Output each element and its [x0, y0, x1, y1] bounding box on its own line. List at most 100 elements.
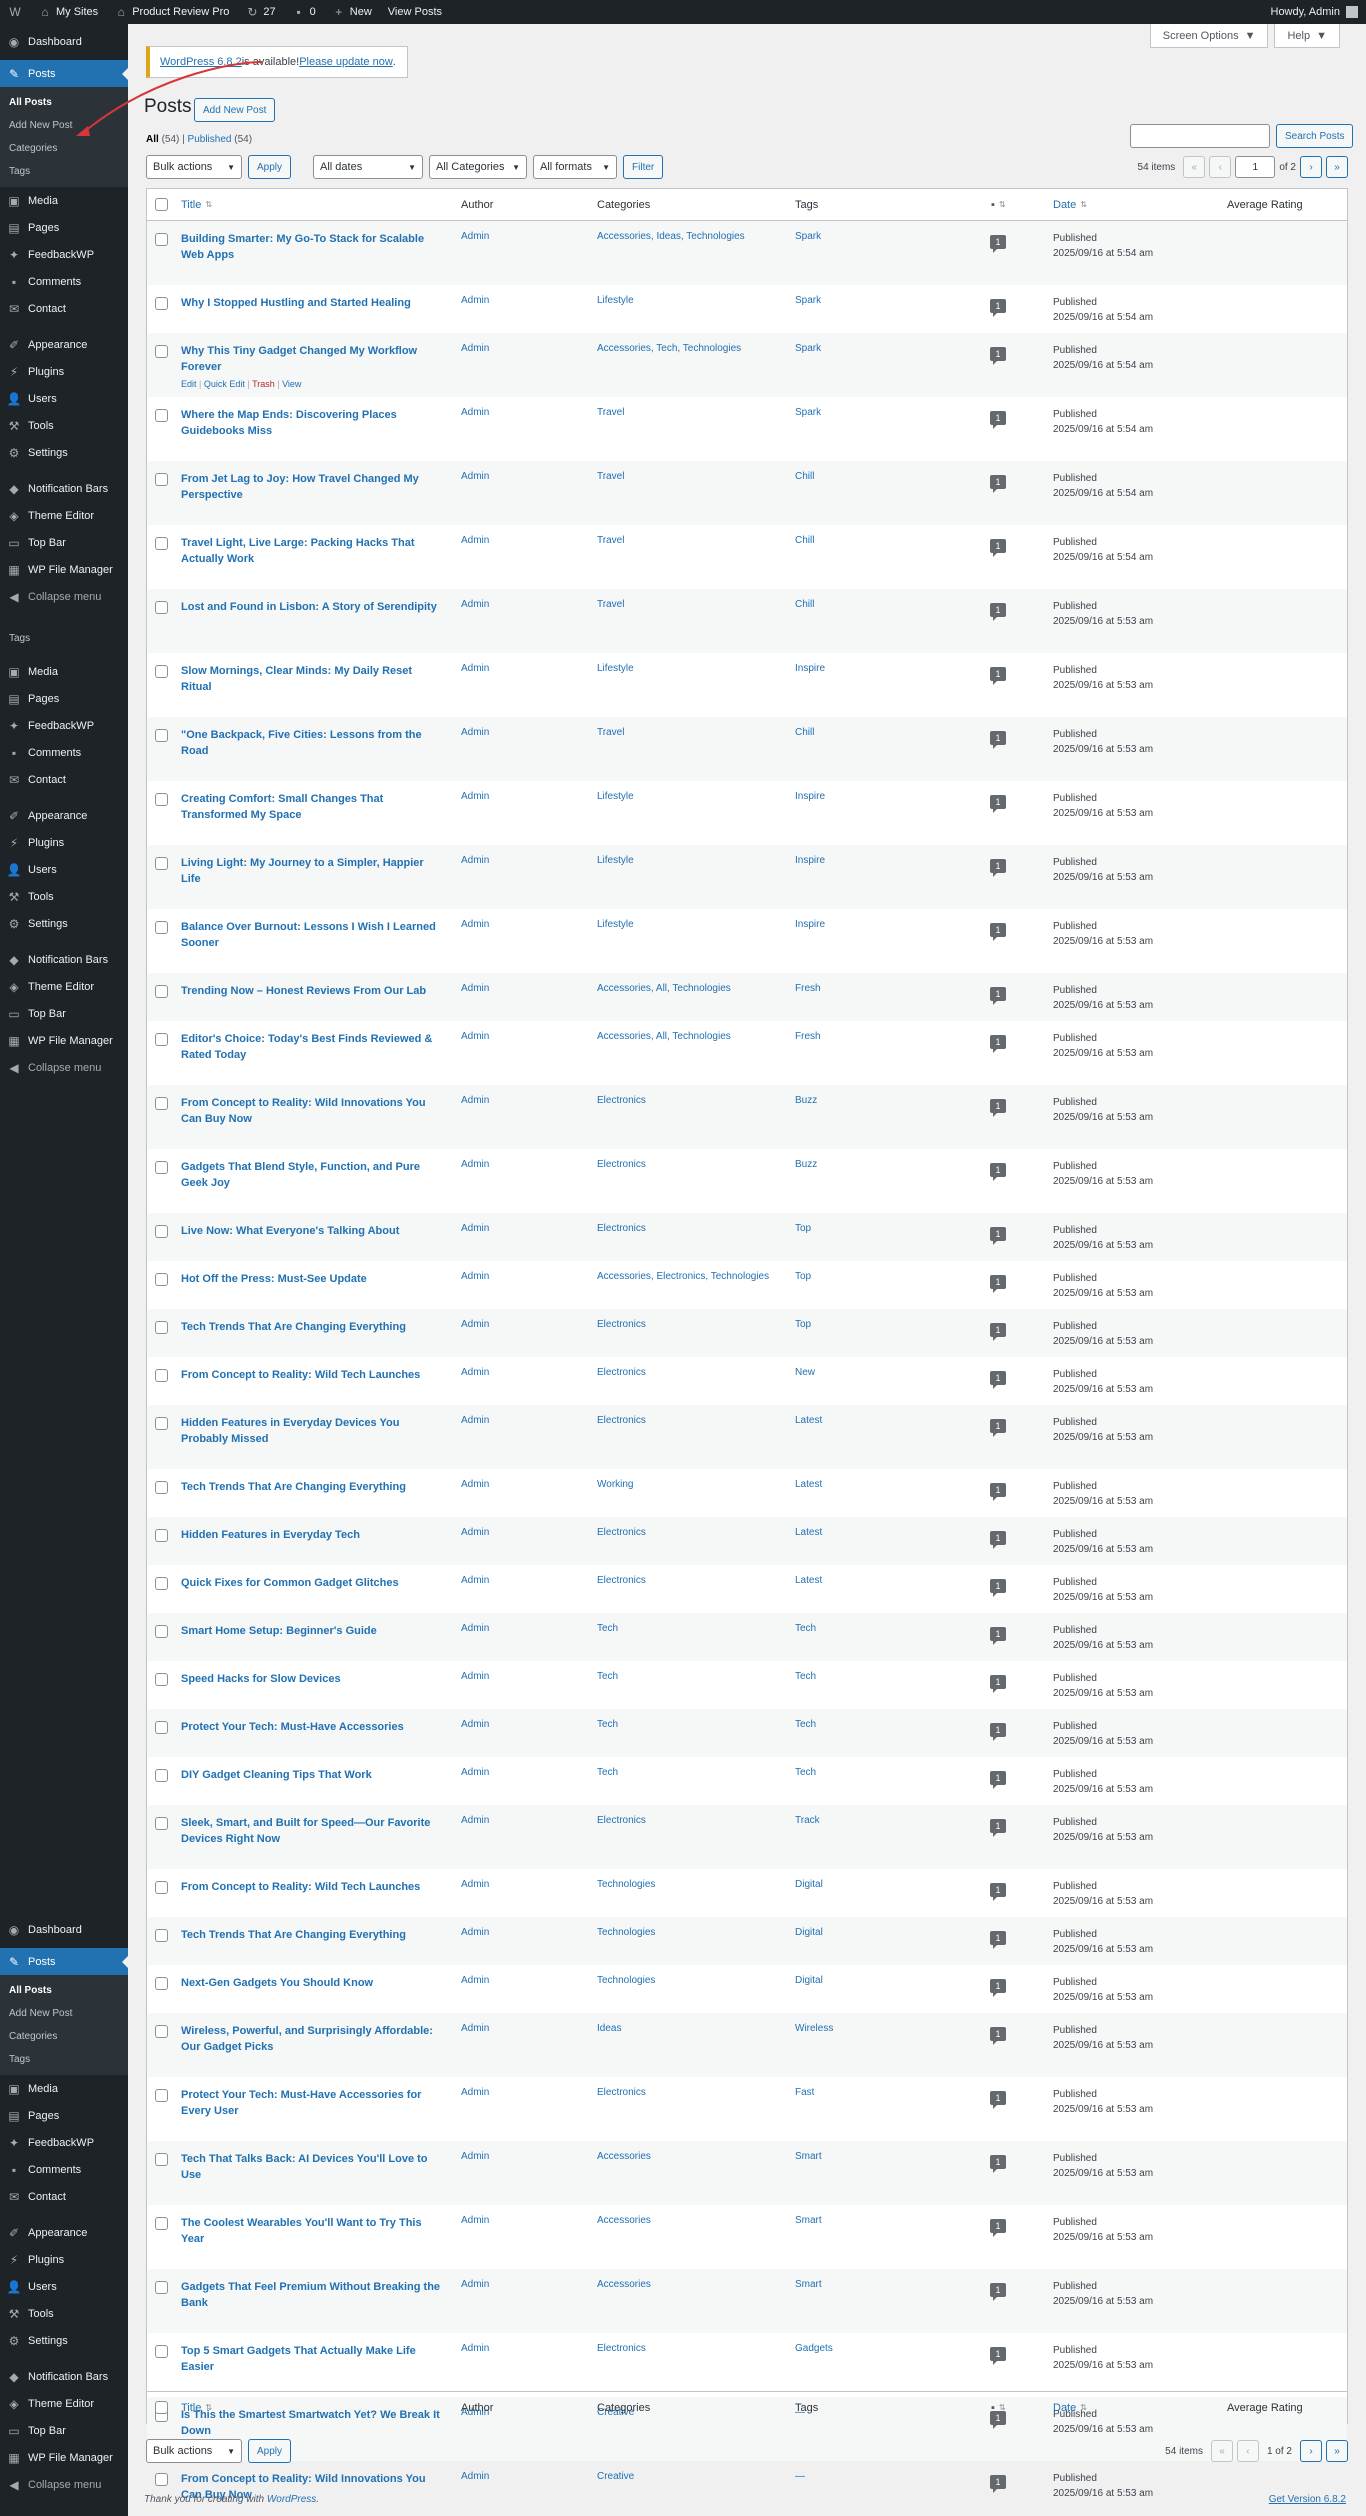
menu-item-settings[interactable]: ⚙ Settings — [0, 910, 128, 937]
tags-links[interactable]: Inspire — [795, 663, 825, 674]
categories-links[interactable]: Travel — [597, 535, 624, 546]
row-checkbox[interactable] — [155, 233, 168, 246]
comments-menu[interactable]: ▪ 0 — [284, 0, 324, 24]
author-link[interactable]: Admin — [461, 2471, 489, 2482]
author-link[interactable]: Admin — [461, 343, 489, 354]
row-checkbox[interactable] — [155, 1977, 168, 1990]
comment-count-bubble[interactable]: 1 — [990, 987, 1006, 1005]
row-checkbox[interactable] — [155, 1273, 168, 1286]
author-link[interactable]: Admin — [461, 1031, 489, 1042]
author-link[interactable]: Admin — [461, 855, 489, 866]
categories-links[interactable]: Lifestyle — [597, 295, 634, 306]
author-link[interactable]: Admin — [461, 791, 489, 802]
row-checkbox[interactable] — [155, 2345, 168, 2358]
bulk-actions-select[interactable]: Bulk actions ▼ — [146, 155, 242, 179]
submenu-item-tags[interactable]: Tags — [0, 160, 128, 183]
column-title[interactable]: Title ⇅ — [181, 189, 212, 220]
tags-links[interactable]: Latest — [795, 1575, 822, 1586]
post-title-link[interactable]: Why I Stopped Hustling and Started Heali… — [181, 295, 445, 311]
submenu-item-categories[interactable]: Categories — [0, 2025, 128, 2048]
menu-item-wp-file-manager[interactable]: ▦ WP File Manager — [0, 2444, 128, 2471]
tags-links[interactable]: Fresh — [795, 1031, 821, 1042]
menu-item-appearance[interactable]: ✐ Appearance — [0, 802, 128, 829]
prev-page-button[interactable]: ‹ — [1209, 156, 1232, 178]
row-checkbox[interactable] — [155, 1881, 168, 1894]
wp-logo-menu[interactable]: W — [0, 0, 30, 24]
post-title-link[interactable]: Where the Map Ends: Discovering Places G… — [181, 407, 445, 439]
column-comments[interactable]: ▪ ⇅ — [991, 2392, 1006, 2423]
menu-item-plugins[interactable]: ⚡ Plugins — [0, 358, 128, 385]
post-title-link[interactable]: Balance Over Burnout: Lessons I Wish I L… — [181, 919, 445, 951]
author-link[interactable]: Admin — [461, 471, 489, 482]
row-checkbox[interactable] — [155, 1529, 168, 1542]
menu-item-settings[interactable]: ⚙ Settings — [0, 2327, 128, 2354]
categories-links[interactable]: Accessories, Tech, Technologies — [597, 343, 741, 354]
updates-menu[interactable]: ↻ 27 — [237, 0, 283, 24]
row-checkbox[interactable] — [155, 345, 168, 358]
select-all-checkbox[interactable] — [155, 2392, 168, 2423]
comment-count-bubble[interactable]: 1 — [990, 1035, 1006, 1053]
post-title-link[interactable]: Lost and Found in Lisbon: A Story of Ser… — [181, 599, 445, 615]
tags-links[interactable]: Smart — [795, 2279, 822, 2290]
comment-count-bubble[interactable]: 1 — [990, 2347, 1006, 2365]
comment-count-bubble[interactable]: 1 — [990, 1483, 1006, 1501]
row-checkbox[interactable] — [155, 1673, 168, 1686]
author-link[interactable]: Admin — [461, 231, 489, 242]
author-link[interactable]: Admin — [461, 2279, 489, 2290]
comment-count-bubble[interactable]: 1 — [990, 667, 1006, 685]
column-date[interactable]: Date ⇅ — [1053, 189, 1087, 220]
category-filter-select[interactable]: All Categories ▼ — [429, 155, 528, 179]
menu-item-contact[interactable]: ✉ Contact — [0, 295, 128, 322]
submenu-item-add-new-post[interactable]: Add New Post — [0, 114, 128, 137]
row-checkbox[interactable] — [155, 1369, 168, 1382]
menu-item-users[interactable]: 👤 Users — [0, 385, 128, 412]
tags-links[interactable]: Chill — [795, 535, 814, 546]
categories-links[interactable]: Electronics — [597, 2343, 646, 2354]
post-title-link[interactable]: From Concept to Reality: Wild Tech Launc… — [181, 1879, 445, 1895]
select-all-checkbox[interactable] — [155, 189, 168, 220]
site-name-menu[interactable]: ⌂ Product Review Pro — [106, 0, 237, 24]
post-title-link[interactable]: Tech Trends That Are Changing Everything — [181, 1479, 445, 1495]
tags-links[interactable]: Fresh — [795, 983, 821, 994]
row-checkbox[interactable] — [155, 2281, 168, 2294]
row-checkbox[interactable] — [155, 665, 168, 678]
row-checkbox[interactable] — [155, 2153, 168, 2166]
post-title-link[interactable]: Gadgets That Feel Premium Without Breaki… — [181, 2279, 445, 2311]
post-title-link[interactable]: The Coolest Wearables You'll Want to Try… — [181, 2215, 445, 2247]
author-link[interactable]: Admin — [461, 2151, 489, 2162]
last-page-button[interactable]: » — [1326, 2440, 1348, 2462]
submenu-item-tags[interactable]: Tags — [0, 2048, 128, 2071]
menu-item-wp-file-manager[interactable]: ▦ WP File Manager — [0, 1027, 128, 1054]
tags-links[interactable]: Inspire — [795, 855, 825, 866]
tags-links[interactable]: Smart — [795, 2215, 822, 2226]
tags-links[interactable]: Track — [795, 1815, 820, 1826]
view-posts-link[interactable]: View Posts — [380, 0, 450, 24]
post-title-link[interactable]: Protect Your Tech: Must-Have Accessories — [181, 1719, 445, 1735]
author-link[interactable]: Admin — [461, 2215, 489, 2226]
menu-item-comments[interactable]: ▪ Comments — [0, 739, 128, 766]
categories-links[interactable]: Accessories, All, Technologies — [597, 1031, 731, 1042]
column-title[interactable]: Title ⇅ — [181, 2392, 212, 2423]
post-title-link[interactable]: Hot Off the Press: Must-See Update — [181, 1271, 445, 1287]
comment-count-bubble[interactable]: 1 — [990, 539, 1006, 557]
categories-links[interactable]: Electronics — [597, 1815, 646, 1826]
menu-item-pages[interactable]: ▤ Pages — [0, 214, 128, 241]
wp-version-link[interactable]: WordPress 6.8.2 — [160, 56, 242, 68]
author-link[interactable]: Admin — [461, 663, 489, 674]
comment-count-bubble[interactable]: 1 — [990, 1931, 1006, 1949]
menu-item-settings[interactable]: ⚙ Settings — [0, 439, 128, 466]
submenu-item-categories[interactable]: Categories — [0, 137, 128, 160]
tags-links[interactable]: Spark — [795, 231, 821, 242]
menu-item-theme-editor[interactable]: ◈ Theme Editor — [0, 2390, 128, 2417]
menu-item-media[interactable]: ▣ Media — [0, 187, 128, 214]
menu-item-comments[interactable]: ▪ Comments — [0, 268, 128, 295]
author-link[interactable]: Admin — [461, 2087, 489, 2098]
apply-button[interactable]: Apply — [248, 155, 292, 179]
tags-links[interactable]: Digital — [795, 1927, 823, 1938]
comment-count-bubble[interactable]: 1 — [990, 1099, 1006, 1117]
tags-links[interactable]: Tech — [795, 1623, 816, 1634]
tags-links[interactable]: Smart — [795, 2151, 822, 2162]
menu-item-top-bar[interactable]: ▭ Top Bar — [0, 2417, 128, 2444]
author-link[interactable]: Admin — [461, 727, 489, 738]
date-filter-select[interactable]: All dates ▼ — [313, 155, 424, 179]
